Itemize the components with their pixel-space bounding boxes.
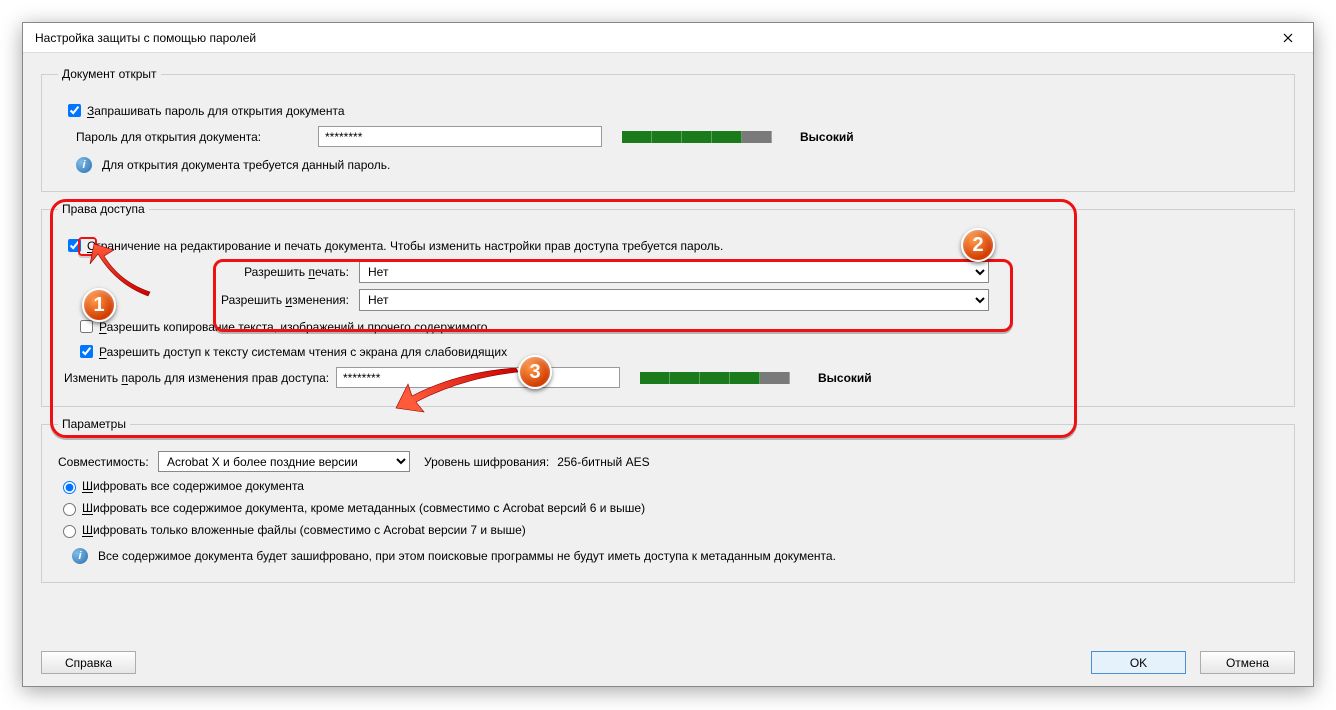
- dialog-title: Настройка защиты с помощью паролей: [35, 31, 256, 45]
- compatibility-label: Совместимость:: [58, 455, 158, 469]
- allow-changes-label: Разрешить изменения:Разрешить изменения:: [64, 293, 359, 307]
- encrypt-all-radio[interactable]: [63, 481, 76, 494]
- ok-button[interactable]: OK: [1091, 651, 1186, 674]
- open-password-label: Пароль для открытия документа:: [76, 130, 318, 144]
- change-permissions-password-label: Изменить пароль для изменения прав досту…: [64, 371, 336, 385]
- group-options-legend: Параметры: [58, 417, 130, 431]
- dialog-window: Настройка защиты с помощью паролей Докум…: [22, 22, 1314, 687]
- encrypt-attachments-only-label: Шифровать только вложенные файлы (совмес…: [82, 523, 526, 537]
- permissions-password-strength-meter: [640, 372, 790, 384]
- group-document-open: Документ открыт ЗЗапрашивать пароль для …: [41, 67, 1295, 192]
- open-password-strength-meter: [622, 131, 772, 143]
- compatibility-select[interactable]: Acrobat X и более поздние версии: [158, 451, 410, 472]
- encrypt-except-metadata-label: Шифровать все содержимое документа, кром…: [82, 501, 645, 515]
- info-icon: i: [76, 157, 92, 173]
- open-password-input[interactable]: [318, 126, 602, 147]
- change-permissions-password-input[interactable]: [336, 367, 620, 388]
- group-permissions-legend: Права доступа: [58, 202, 149, 216]
- group-options: Параметры Совместимость: Acrobat X и бол…: [41, 417, 1295, 583]
- encryption-level-value: 256-битный AES: [557, 455, 649, 469]
- allow-copy-checkbox[interactable]: [80, 320, 93, 333]
- dialog-footer: Справка OK Отмена: [41, 651, 1295, 674]
- close-icon: [1283, 33, 1293, 43]
- allow-changes-select[interactable]: Нет: [359, 289, 989, 311]
- titlebar: Настройка защиты с помощью паролей: [23, 23, 1313, 53]
- group-document-open-legend: Документ открыт: [58, 67, 161, 81]
- allow-screenreader-checkbox[interactable]: [80, 345, 93, 358]
- require-open-password-checkbox[interactable]: [68, 104, 81, 117]
- options-info-text: Все содержимое документа будет зашифрова…: [98, 549, 836, 563]
- restrict-editing-checkbox[interactable]: [68, 239, 81, 252]
- require-open-password-label: ЗЗапрашивать пароль для открытия докумен…: [87, 104, 345, 118]
- dialog-content: Документ открыт ЗЗапрашивать пароль для …: [23, 53, 1313, 686]
- encrypt-attachments-only-radio[interactable]: [63, 525, 76, 538]
- open-password-info-text: Для открытия документа требуется данный …: [102, 158, 390, 172]
- encrypt-except-metadata-radio[interactable]: [63, 503, 76, 516]
- allow-copy-label: Разрешить копирование текста, изображени…: [99, 320, 487, 334]
- encryption-level-label: Уровень шифрования:: [424, 455, 549, 469]
- restrict-editing-label: Ограничение на редактирование и печать д…: [87, 239, 723, 253]
- cancel-button[interactable]: Отмена: [1200, 651, 1295, 674]
- open-password-strength-label: Высокий: [800, 130, 854, 144]
- allow-print-label: Разрешить печать:Разрешить печать:: [64, 265, 359, 279]
- encrypt-all-label: Шифровать все содержимое документаШифров…: [82, 479, 304, 493]
- close-button[interactable]: [1273, 28, 1303, 48]
- allow-screenreader-label: Разрешить доступ к тексту системам чтени…: [99, 345, 507, 359]
- permissions-password-strength-label: Высокий: [818, 371, 872, 385]
- allow-print-select[interactable]: Нет: [359, 261, 989, 283]
- help-button[interactable]: Справка: [41, 651, 136, 674]
- group-permissions: Права доступа Ограничение на редактирова…: [41, 202, 1295, 407]
- screenshot-root: Настройка защиты с помощью паролей Докум…: [0, 0, 1336, 710]
- info-icon: i: [72, 548, 88, 564]
